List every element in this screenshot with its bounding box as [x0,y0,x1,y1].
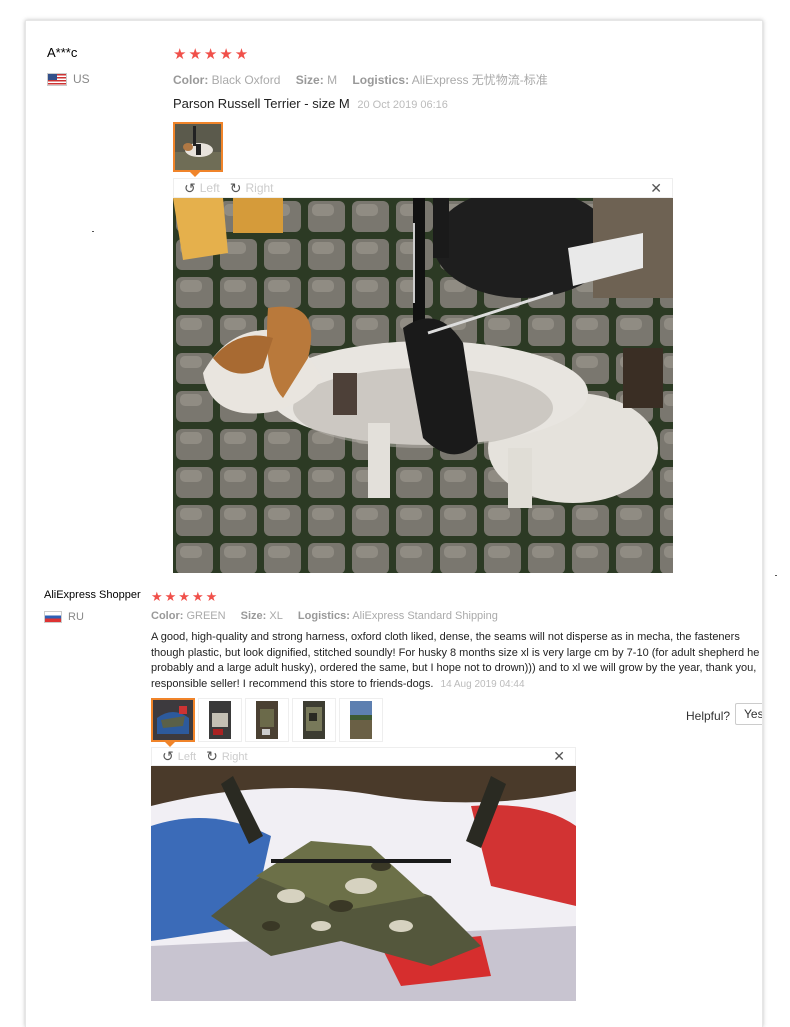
dog-harness-photo [173,198,673,573]
color-value: Black Oxford [211,73,281,87]
review-photo-thumb[interactable] [198,698,242,742]
rotate-right-icon: ↻ [229,179,242,196]
image-viewer-toolbar: ↺ Left ↻ Right ✕ [173,178,673,198]
rotate-left-button[interactable]: ↺ Left [184,180,220,197]
country-code: RU [68,611,84,623]
review-date: 14 Aug 2019 04:44 [440,678,525,690]
review-photo-large [151,766,576,1001]
review-list: A***c US ★★★★★ Color: Black Oxford Size:… [25,20,763,1027]
review-date: 20 Oct 2019 06:16 [357,99,448,111]
rotate-right-label: Right [245,181,274,195]
reviewer-country: US [47,72,90,86]
camo-harness-photo [151,766,576,1001]
color-value: GREEN [186,610,226,622]
review-photo-large [173,198,673,573]
rotate-right-label: Right [221,750,248,763]
review-photo-thumb[interactable] [151,698,195,742]
rating-stars: ★★★★★ [173,46,251,63]
logistics-label: Logistics: [297,610,350,622]
rotate-right-button[interactable]: ↻ Right [230,180,274,197]
size-label: Size: [240,610,267,622]
rotate-left-icon: ↺ [184,179,196,196]
rotate-left-icon: ↺ [162,748,174,764]
helpful-label: Helpful? [686,709,731,723]
order-info: Color: Black Oxford Size: M Logistics: A… [173,71,548,88]
logistics-label: Logistics: [352,73,410,87]
helpful-yes-button[interactable]: Yes [735,703,762,725]
rotate-right-icon: ↻ [206,748,218,764]
review-photo-thumb[interactable] [339,698,383,742]
ru-flag-icon [44,611,62,623]
close-icon[interactable]: ✕ [553,748,565,765]
review-text: Parson Russell Terrier - size M 20 Oct 2… [173,96,448,111]
stray-dot [92,231,94,232]
rotate-right-button[interactable]: ↻ Right [206,748,247,765]
logistics-value: AliExpress Standard Shipping [352,610,498,622]
close-icon[interactable]: ✕ [650,180,662,197]
rotate-left-button[interactable]: ↺ Left [162,748,196,765]
reviewer-name: AliExpress Shopper [44,589,141,601]
color-label: Color: [173,73,209,87]
outdoor-thumbnail-icon [340,699,382,741]
harness-thumbnail-icon [153,700,193,740]
review-photo-thumb[interactable] [173,122,223,172]
review-photo-thumb[interactable] [245,698,289,742]
size-value: M [327,73,338,87]
reviewer-country: RU [44,611,84,623]
harness-thumbnail-icon [293,699,335,741]
harness-thumbnail-icon [246,699,288,741]
dog-thumbnail-icon [175,124,221,170]
review-body: Parson Russell Terrier - size M [173,96,350,111]
rotate-left-label: Left [177,750,197,763]
us-flag-icon [47,72,67,86]
review-photo-thumb[interactable] [292,698,336,742]
size-value: XL [269,610,283,622]
rating-stars: ★★★★★ [151,589,220,604]
thumb-pointer [190,172,200,177]
review-text: A good, high-quality and strong harness,… [151,630,762,692]
reviewer-name: A***c [47,45,78,60]
country-code: US [73,72,90,86]
image-viewer-toolbar: ↺ Left ↻ Right ✕ [151,747,576,766]
rotate-left-label: Left [199,181,220,195]
order-info: Color: GREEN Size: XL Logistics: AliExpr… [151,610,498,622]
logistics-value: AliExpress 无忧物流-标准 [411,73,548,87]
color-label: Color: [151,610,184,622]
stray-dot [775,575,777,576]
size-label: Size: [295,73,324,87]
harness-thumbnail-icon [199,699,241,741]
